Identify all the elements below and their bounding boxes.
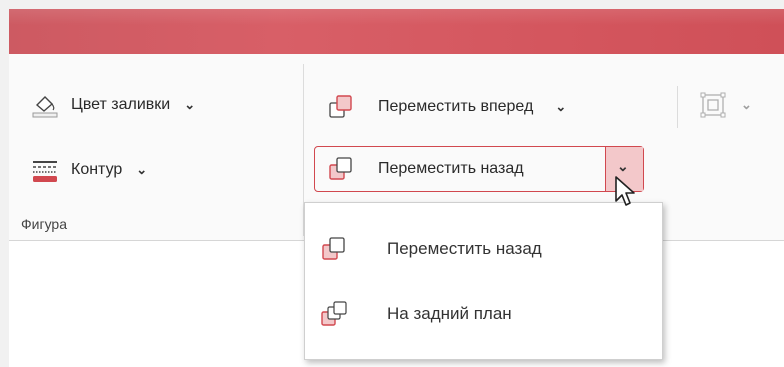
chevron-down-icon[interactable]: ⌄ bbox=[741, 97, 752, 113]
menu-item-label: Переместить назад bbox=[387, 239, 542, 258]
chevron-down-icon: ⌄ bbox=[617, 158, 629, 174]
outline-button[interactable]: Контур ⌄ bbox=[31, 157, 147, 183]
send-backward-label: Переместить назад bbox=[378, 160, 524, 177]
outline-label: Контур bbox=[71, 161, 123, 178]
mouse-pointer-icon bbox=[614, 175, 636, 209]
send-to-back-icon bbox=[321, 301, 349, 327]
group-label-shape: Фигура bbox=[21, 216, 67, 232]
bring-forward-button[interactable]: Переместить вперед ⌄ bbox=[328, 94, 566, 120]
bring-forward-icon bbox=[328, 94, 356, 120]
bring-forward-label: Переместить вперед bbox=[378, 98, 534, 115]
send-backward-icon bbox=[321, 236, 349, 262]
chevron-down-icon[interactable]: ⌄ bbox=[136, 162, 147, 178]
arrange-button[interactable]: ⌄ bbox=[699, 92, 752, 118]
menu-item-send-backward[interactable]: Переместить назад bbox=[305, 218, 662, 280]
arrange-icon bbox=[699, 92, 727, 118]
fill-color-button[interactable]: Цвет заливки ⌄ bbox=[31, 92, 195, 118]
send-backward-content: Переместить назад bbox=[328, 156, 524, 182]
outline-lines-icon bbox=[31, 157, 59, 183]
menu-item-label: На задний план bbox=[387, 304, 512, 323]
separator bbox=[677, 86, 678, 128]
title-bar bbox=[9, 9, 784, 54]
send-backward-icon bbox=[328, 156, 356, 182]
chevron-down-icon[interactable]: ⌄ bbox=[184, 97, 195, 113]
paint-bucket-icon bbox=[31, 92, 59, 118]
fill-color-label: Цвет заливки bbox=[71, 96, 171, 113]
send-backward-menu: Переместить назад На задний план bbox=[304, 202, 663, 360]
chevron-down-icon[interactable]: ⌄ bbox=[555, 99, 566, 115]
menu-item-send-to-back[interactable]: На задний план bbox=[305, 283, 662, 345]
